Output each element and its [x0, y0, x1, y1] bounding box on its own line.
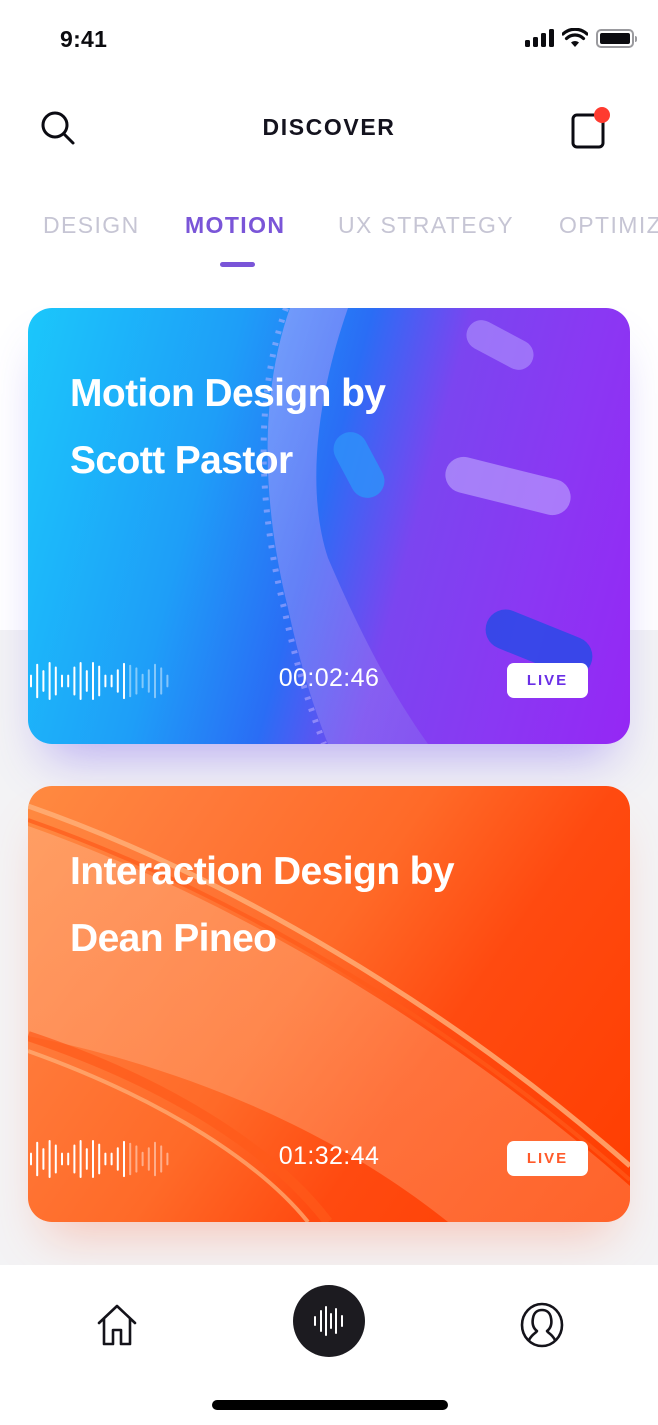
card-title-line1: Motion Design by: [70, 372, 386, 415]
nav-profile-button[interactable]: [518, 1301, 566, 1349]
wifi-icon: [562, 28, 588, 47]
card-title-line1: Interaction Design by: [70, 850, 455, 893]
waveform-icon: [314, 1306, 343, 1336]
card-title-line2: Dean Pineo: [70, 917, 277, 960]
status-icons: [525, 28, 637, 48]
session-card[interactable]: Motion Design by Scott Pastor 00:02:46 L…: [28, 308, 630, 744]
card-footer: 01:32:44 LIVE: [28, 1102, 630, 1222]
status-time: 9:41: [60, 26, 108, 52]
notification-dot: [594, 107, 610, 123]
status-bar: 9:41: [0, 0, 658, 80]
card-title: Motion Design by Scott Pastor: [70, 360, 550, 494]
home-icon: [97, 1304, 137, 1346]
session-card[interactable]: Interaction Design by Dean Pineo 01:32:4…: [28, 786, 630, 1222]
battery-icon: [596, 28, 637, 48]
header: DISCOVER: [0, 100, 658, 156]
tab-ux-strategy[interactable]: UX STRATEGY: [338, 212, 514, 239]
live-badge[interactable]: LIVE: [507, 663, 588, 698]
live-badge[interactable]: LIVE: [507, 1141, 588, 1176]
tab-optimize[interactable]: OPTIMIZ: [559, 212, 658, 239]
page-title: DISCOVER: [262, 114, 396, 140]
nav-live-audio-button[interactable]: [293, 1285, 365, 1357]
notifications-button[interactable]: [568, 104, 616, 152]
tab-motion[interactable]: MOTION: [185, 212, 285, 239]
tab-design[interactable]: DESIGN: [43, 212, 140, 239]
cellular-signal-icon: [525, 29, 554, 47]
card-footer: 00:02:46 LIVE: [28, 624, 630, 744]
nav-home-button[interactable]: [94, 1303, 140, 1349]
active-tab-indicator: [220, 262, 255, 267]
profile-icon: [520, 1302, 564, 1348]
home-indicator: [212, 1400, 448, 1410]
card-title: Interaction Design by Dean Pineo: [70, 838, 550, 972]
card-title-line2: Scott Pastor: [70, 439, 293, 482]
